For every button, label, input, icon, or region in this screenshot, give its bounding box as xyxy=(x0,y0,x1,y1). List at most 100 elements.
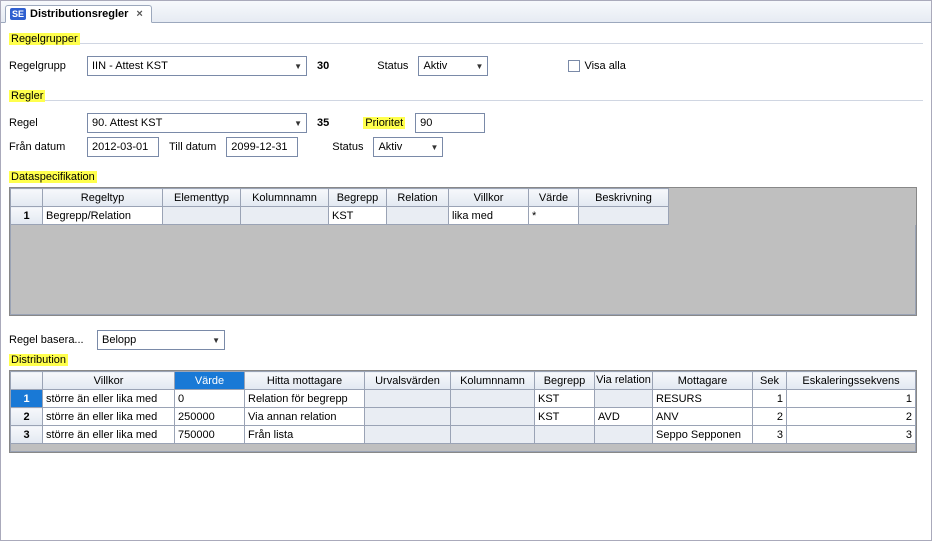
status-combo[interactable]: Aktiv ▼ xyxy=(418,56,488,76)
dist-header-via-relation[interactable]: Via relation xyxy=(595,372,653,390)
till-datum-input[interactable]: 2099-12-31 xyxy=(226,137,298,157)
prioritet-value: 90 xyxy=(420,117,432,129)
dataspec-header-elementtyp[interactable]: Elementtyp xyxy=(163,189,241,207)
dist-header-hitta[interactable]: Hitta mottagare xyxy=(245,372,365,390)
dataspec-grid[interactable]: Regeltyp Elementtyp Kolumnnamn Begrepp R… xyxy=(9,187,917,316)
cell-begrepp[interactable]: KST xyxy=(535,390,595,408)
chevron-down-icon: ▼ xyxy=(294,119,302,128)
chevron-down-icon: ▼ xyxy=(294,62,302,71)
cell-via[interactable] xyxy=(595,426,653,444)
regel-label: Regel xyxy=(9,117,77,129)
dist-header-villkor[interactable]: Villkor xyxy=(43,372,175,390)
dataspec-header-villkor[interactable]: Villkor xyxy=(449,189,529,207)
section-title-dataspec: Dataspecifikation xyxy=(9,171,97,183)
dist-header-mottagare[interactable]: Mottagare xyxy=(653,372,753,390)
regelgrupp-number: 30 xyxy=(317,60,329,72)
fran-datum-value: 2012-03-01 xyxy=(92,141,148,153)
regelgrupp-label: Regelgrupp xyxy=(9,60,77,72)
dist-header-begrepp[interactable]: Begrepp xyxy=(535,372,595,390)
section-regelgrupper: Regelgrupp IIN - Attest KST ▼ 30 Status … xyxy=(9,43,923,90)
cell-hitta[interactable]: Via annan relation xyxy=(245,408,365,426)
dist-header-varde[interactable]: Värde xyxy=(175,372,245,390)
dist-header-sek[interactable]: Sek xyxy=(753,372,787,390)
cell-villkor[interactable]: lika med xyxy=(449,207,529,225)
cell-begrepp[interactable]: KST xyxy=(329,207,387,225)
cell-varde[interactable]: 0 xyxy=(175,390,245,408)
cell-kol[interactable] xyxy=(451,390,535,408)
dataspec-header-row: Regeltyp Elementtyp Kolumnnamn Begrepp R… xyxy=(11,189,916,207)
grid-filler xyxy=(11,225,916,315)
prioritet-input[interactable]: 90 xyxy=(415,113,485,133)
section-title-regelgrupper: Regelgrupper xyxy=(9,33,80,45)
status-label: Status xyxy=(377,60,408,72)
cell-varde[interactable]: 250000 xyxy=(175,408,245,426)
tab-badge: SE xyxy=(10,8,26,20)
dist-header-rownum[interactable] xyxy=(11,372,43,390)
regelgrupp-combo[interactable]: IIN - Attest KST ▼ xyxy=(87,56,307,76)
cell-beskrivning[interactable] xyxy=(579,207,669,225)
regel-value: 90. Attest KST xyxy=(92,117,162,129)
distribution-grid[interactable]: Villkor Värde Hitta mottagare Urvalsvärd… xyxy=(9,370,917,453)
regel-combo[interactable]: 90. Attest KST ▼ xyxy=(87,113,307,133)
close-icon[interactable]: × xyxy=(136,8,142,20)
dist-header-urval[interactable]: Urvalsvärden xyxy=(365,372,451,390)
cell-esk[interactable]: 2 xyxy=(787,408,916,426)
cell-sek[interactable]: 2 xyxy=(753,408,787,426)
fran-datum-label: Från datum xyxy=(9,141,77,153)
dataspec-header-regeltyp[interactable]: Regeltyp xyxy=(43,189,163,207)
visa-alla-checkbox[interactable]: Visa alla xyxy=(568,60,625,72)
table-row[interactable]: 1 större än eller lika med 0 Relation fö… xyxy=(11,390,916,408)
cell-urval[interactable] xyxy=(365,426,451,444)
cell-mottagare[interactable]: Seppo Sepponen xyxy=(653,426,753,444)
content-area: Regelgrupper Regelgrupp IIN - Attest KST… xyxy=(1,23,931,453)
dataspec-header-relation[interactable]: Relation xyxy=(387,189,449,207)
cell-mottagare[interactable]: ANV xyxy=(653,408,753,426)
till-datum-value: 2099-12-31 xyxy=(231,141,287,153)
cell-sek[interactable]: 3 xyxy=(753,426,787,444)
dataspec-header-varde[interactable]: Värde xyxy=(529,189,579,207)
cell-relation[interactable] xyxy=(387,207,449,225)
regel-number: 35 xyxy=(317,117,329,129)
dataspec-header-kolumnnamn[interactable]: Kolumnnamn xyxy=(241,189,329,207)
cell-villkor[interactable]: större än eller lika med xyxy=(43,408,175,426)
dataspec-header-begrepp[interactable]: Begrepp xyxy=(329,189,387,207)
regel-basera-combo[interactable]: Belopp ▼ xyxy=(97,330,225,350)
cell-sek[interactable]: 1 xyxy=(753,390,787,408)
cell-urval[interactable] xyxy=(365,390,451,408)
cell-hitta[interactable]: Från lista xyxy=(245,426,365,444)
cell-begrepp[interactable]: KST xyxy=(535,408,595,426)
prioritet-label: Prioritet xyxy=(363,117,405,129)
app-window: SE Distributionsregler × Regelgrupper Re… xyxy=(0,0,932,541)
regel-basera-value: Belopp xyxy=(102,334,136,346)
row-number: 1 xyxy=(11,207,43,225)
cell-kolumnnamn[interactable] xyxy=(241,207,329,225)
cell-esk[interactable]: 1 xyxy=(787,390,916,408)
status-value: Aktiv xyxy=(423,60,447,72)
table-row[interactable]: 3 större än eller lika med 750000 Från l… xyxy=(11,426,916,444)
cell-via[interactable] xyxy=(595,390,653,408)
table-row[interactable]: 1 Begrepp/Relation KST lika med * xyxy=(11,207,916,225)
cell-hitta[interactable]: Relation för begrepp xyxy=(245,390,365,408)
cell-begrepp[interactable] xyxy=(535,426,595,444)
cell-via[interactable]: AVD xyxy=(595,408,653,426)
dist-header-esk[interactable]: Eskaleringssekvens xyxy=(787,372,916,390)
dist-header-kolumnnamn[interactable]: Kolumnnamn xyxy=(451,372,535,390)
cell-varde[interactable]: * xyxy=(529,207,579,225)
chevron-down-icon: ▼ xyxy=(476,62,484,71)
cell-mottagare[interactable]: RESURS xyxy=(653,390,753,408)
cell-kol[interactable] xyxy=(451,426,535,444)
cell-varde[interactable]: 750000 xyxy=(175,426,245,444)
dataspec-header-beskrivning[interactable]: Beskrivning xyxy=(579,189,669,207)
cell-kol[interactable] xyxy=(451,408,535,426)
cell-villkor[interactable]: större än eller lika med xyxy=(43,426,175,444)
cell-urval[interactable] xyxy=(365,408,451,426)
cell-regeltyp[interactable]: Begrepp/Relation xyxy=(43,207,163,225)
cell-villkor[interactable]: större än eller lika med xyxy=(43,390,175,408)
regler-status-combo[interactable]: Aktiv ▼ xyxy=(373,137,443,157)
fran-datum-input[interactable]: 2012-03-01 xyxy=(87,137,159,157)
tab-distributionsregler[interactable]: SE Distributionsregler × xyxy=(5,5,152,23)
cell-esk[interactable]: 3 xyxy=(787,426,916,444)
dataspec-header-rownum[interactable] xyxy=(11,189,43,207)
cell-elementtyp[interactable] xyxy=(163,207,241,225)
table-row[interactable]: 2 större än eller lika med 250000 Via an… xyxy=(11,408,916,426)
